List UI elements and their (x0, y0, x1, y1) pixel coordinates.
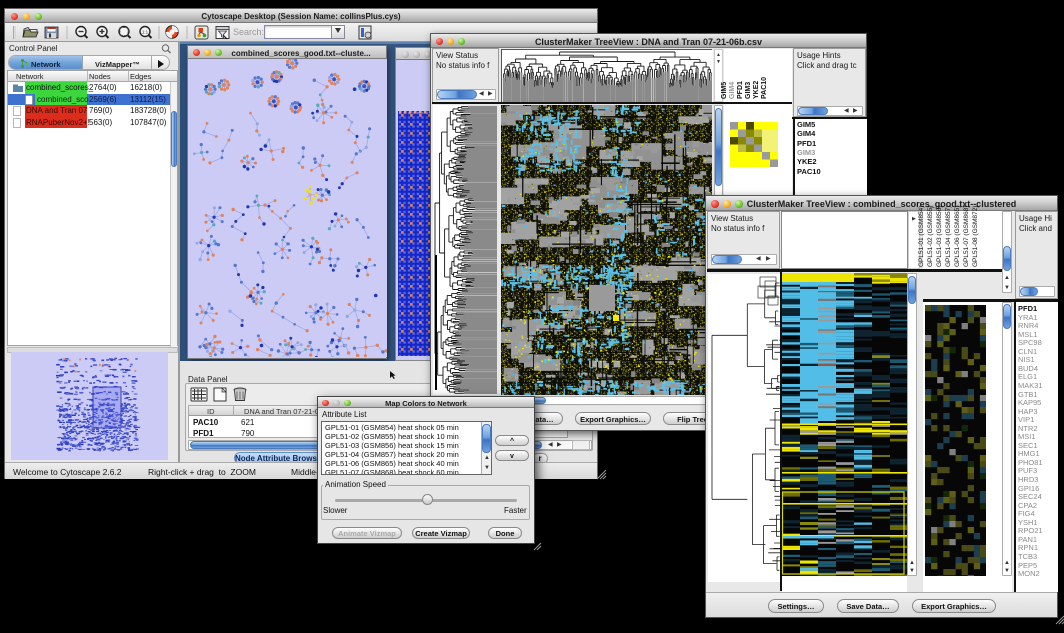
svg-text:1:1: 1:1 (142, 30, 149, 35)
